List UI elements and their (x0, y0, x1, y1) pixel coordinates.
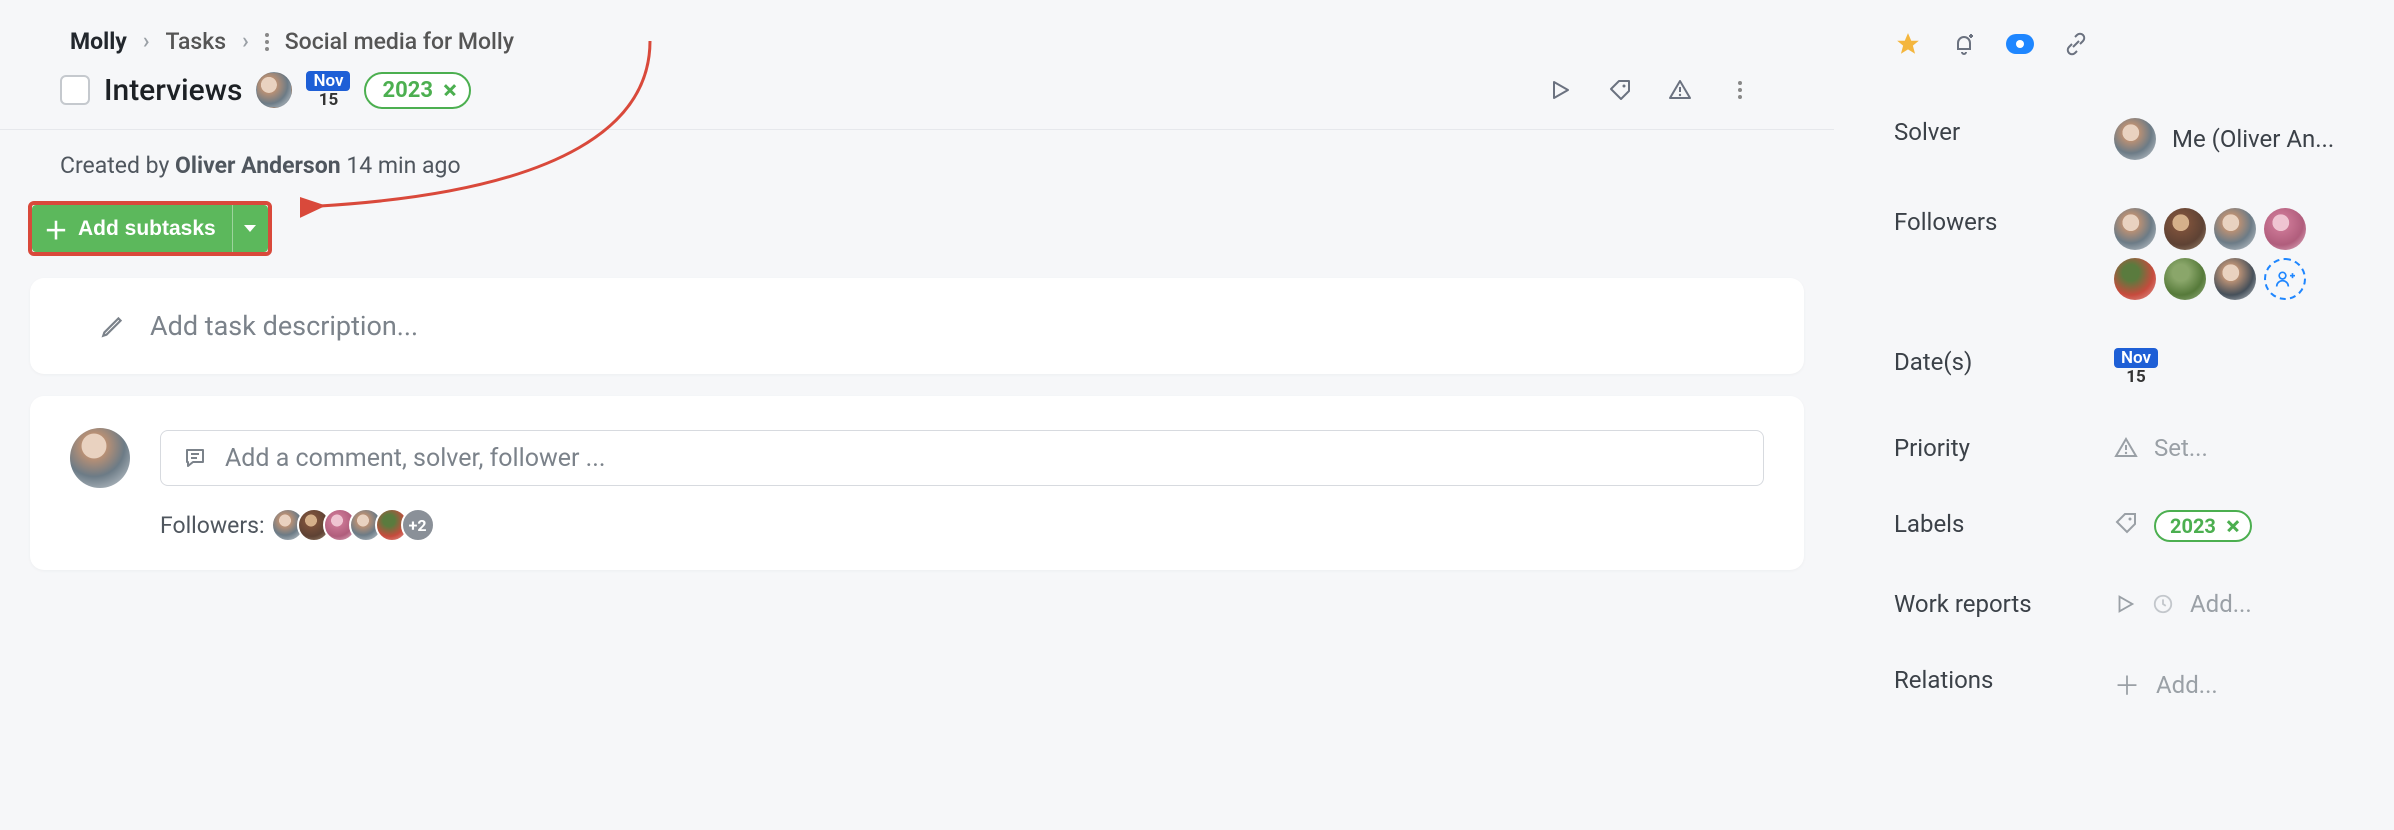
sidebar: Solver Me (Oliver An... Followers (1834, 0, 2394, 757)
priority-value: Set... (2154, 434, 2208, 462)
add-subtasks-dropdown[interactable] (232, 205, 268, 252)
more-menu-icon[interactable] (1726, 76, 1754, 104)
clock-icon (2152, 593, 2174, 615)
created-by-text: Created by Oliver Anderson 14 min ago (0, 130, 1834, 201)
chevron-down-icon (244, 225, 256, 232)
pencil-icon (100, 313, 126, 339)
priority-label: Priority (1894, 434, 2074, 462)
plus-icon: ＋ (2114, 666, 2140, 703)
due-date-badge[interactable]: Nov 15 (306, 71, 350, 109)
add-subtasks-button[interactable]: ＋ Add subtasks (32, 205, 232, 252)
followers-overflow-badge[interactable]: +2 (401, 508, 435, 542)
follower-avatar[interactable] (2164, 258, 2206, 300)
follower-avatar[interactable] (2264, 208, 2306, 250)
description-placeholder: Add task description... (150, 310, 418, 342)
sidebar-solver[interactable]: Solver Me (Oliver An... (1894, 94, 2364, 184)
sidebar-relations[interactable]: Relations ＋ Add... (1894, 642, 2364, 727)
labels-label: Labels (1894, 510, 2074, 538)
link-icon[interactable] (2062, 30, 2090, 58)
work-reports-label: Work reports (1894, 590, 2074, 618)
bell-icon[interactable] (1950, 30, 1978, 58)
priority-triangle-icon (2114, 436, 2138, 460)
breadcrumb-root[interactable]: Molly (70, 28, 127, 55)
add-subtasks-highlight: ＋ Add subtasks (28, 201, 272, 256)
followers-row: Followers: +2 (70, 508, 1764, 542)
label-chip-year-sidebar[interactable]: 2023 (2154, 510, 2252, 542)
work-reports-value: Add... (2190, 590, 2252, 618)
follower-avatar[interactable] (2114, 208, 2156, 250)
sidebar-date-badge[interactable]: Nov 15 (2114, 348, 2158, 386)
tag-icon[interactable] (1606, 76, 1634, 104)
relations-value: Add... (2156, 671, 2218, 699)
follower-avatar[interactable] (2214, 258, 2256, 300)
solver-label: Solver (1894, 118, 2074, 146)
play-icon[interactable] (1546, 76, 1574, 104)
star-icon[interactable] (1894, 30, 1922, 58)
task-header: Interviews Nov 15 2023 (0, 61, 1834, 117)
task-complete-checkbox[interactable] (60, 75, 90, 105)
follower-avatar[interactable] (2214, 208, 2256, 250)
current-user-avatar (70, 428, 130, 488)
remove-chip-icon[interactable] (441, 81, 459, 99)
breadcrumb-tasks[interactable]: Tasks (166, 28, 227, 55)
sidebar-work-reports[interactable]: Work reports Add... (1894, 566, 2364, 642)
plus-icon: ＋ (44, 211, 68, 246)
sidebar-labels[interactable]: Labels 2023 (1894, 486, 2364, 566)
solver-avatar[interactable] (2114, 118, 2156, 160)
task-title[interactable]: Interviews (104, 73, 242, 108)
assignee-avatar[interactable] (256, 72, 292, 108)
relations-label: Relations (1894, 666, 2074, 694)
breadcrumb-current[interactable]: Social media for Molly (285, 28, 514, 55)
watch-icon[interactable] (2006, 30, 2034, 58)
year-chip-text: 2023 (382, 78, 433, 103)
add-subtasks-label: Add subtasks (78, 217, 216, 241)
solver-name: Me (Oliver An... (2172, 125, 2334, 153)
sidebar-followers[interactable]: Followers (1894, 184, 2364, 324)
tag-outline-icon (2114, 511, 2138, 541)
breadcrumb: Molly › Tasks › Social media for Molly (0, 0, 1834, 61)
chevron-right-icon: › (143, 29, 150, 54)
sidebar-dates[interactable]: Date(s) Nov 15 (1894, 324, 2364, 410)
comment-icon (183, 446, 207, 470)
comment-card: Add a comment, solver, follower ... Foll… (30, 396, 1804, 570)
due-day: 15 (319, 91, 339, 109)
breadcrumb-more-icon[interactable] (265, 33, 269, 51)
follower-avatar[interactable] (2114, 258, 2156, 300)
chevron-right-icon: › (242, 29, 249, 54)
remove-chip-icon[interactable] (2224, 517, 2242, 535)
label-chip-year[interactable]: 2023 (364, 72, 471, 109)
priority-icon[interactable] (1666, 76, 1694, 104)
add-follower-button[interactable] (2264, 258, 2306, 300)
follower-avatars[interactable]: +2 (279, 508, 435, 542)
comment-placeholder: Add a comment, solver, follower ... (225, 444, 605, 473)
description-card[interactable]: Add task description... (30, 278, 1804, 374)
sidebar-priority[interactable]: Priority Set... (1894, 410, 2364, 486)
followers-label: Followers: (160, 512, 265, 539)
play-outline-icon (2114, 593, 2136, 615)
follower-avatar[interactable] (2164, 208, 2206, 250)
dates-label: Date(s) (1894, 348, 2074, 376)
due-month: Nov (306, 71, 350, 91)
comment-input[interactable]: Add a comment, solver, follower ... (160, 430, 1764, 486)
followers-side-label: Followers (1894, 208, 2074, 236)
